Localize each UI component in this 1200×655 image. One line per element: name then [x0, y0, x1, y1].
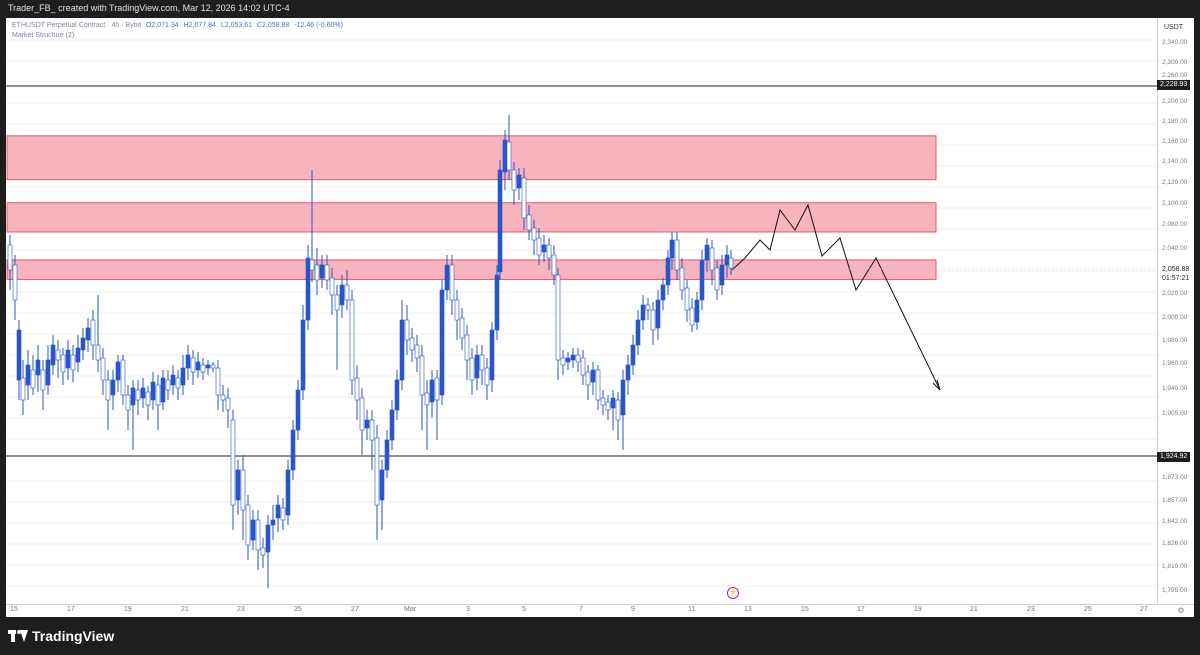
time-axis-label: 5	[522, 606, 526, 613]
price-axis-label: 2,100.00	[1162, 200, 1188, 207]
price-axis[interactable]	[1158, 18, 1194, 604]
price-axis-label: 1,905.00	[1162, 410, 1188, 417]
time-axis-label: 23	[237, 606, 245, 613]
price-axis-label: 2,200.00	[1162, 98, 1188, 105]
price-axis-label: 2,340.00	[1162, 39, 1188, 46]
time-axis-label: 13	[744, 606, 752, 613]
time-axis-label: 11	[688, 606, 696, 613]
price-axis-label: 1,873.00	[1162, 474, 1188, 481]
price-axis-label: 2,160.00	[1162, 138, 1188, 145]
ohlc-low: L2,053.61	[220, 22, 253, 29]
time-axis-label: 27	[1140, 606, 1148, 613]
upper-level-tag: 2,228.93	[1157, 80, 1191, 90]
price-axis-label: 1,960.00	[1162, 360, 1188, 367]
price-axis-label: 1,810.00	[1162, 563, 1188, 570]
tradingview-logo-text: TradingView	[32, 628, 115, 644]
price-axis-label: 2,300.00	[1162, 59, 1188, 66]
time-axis-label: 17	[67, 606, 75, 613]
price-axis-label: 1,842.00	[1162, 518, 1188, 525]
price-axis-label: 1,795.00	[1162, 587, 1188, 594]
time-axis-label: 19	[914, 606, 922, 613]
ohlc-close: C2,058.88	[257, 22, 290, 29]
price-axis-label: 2,000.00	[1162, 314, 1188, 321]
symbol-info[interactable]: ETHUSDT Perpetual Contract · 4h · Bybit …	[12, 22, 343, 29]
indicator-label[interactable]: Market Structure (2)	[12, 32, 74, 39]
symbol-name[interactable]: ETHUSDT Perpetual Contract · 4h · Bybit	[12, 22, 141, 29]
bottom-bar	[0, 617, 1200, 655]
ohlc-open: O2,071.34	[145, 22, 179, 29]
ohlc-high: H2,077.84	[183, 22, 216, 29]
time-axis-label: 23	[1027, 606, 1035, 613]
time-axis-label: 27	[351, 606, 359, 613]
time-axis-label: 15	[10, 606, 18, 613]
time-axis-label: 17	[857, 606, 865, 613]
price-axis-label: 2,260.00	[1162, 72, 1188, 79]
tradingview-logo[interactable]: TradingView	[8, 628, 114, 644]
time-axis-label: 7	[579, 606, 583, 613]
price-axis-label: 1,826.00	[1162, 540, 1188, 547]
bar-countdown: 01:57:21	[1162, 275, 1190, 282]
settings-icon[interactable]: ⚙	[1176, 607, 1186, 615]
time-axis-label: 21	[181, 606, 189, 613]
currency-label[interactable]: USDT	[1164, 24, 1183, 31]
chart-area[interactable]	[6, 18, 1164, 604]
price-axis-label: 2,020.00	[1162, 290, 1188, 297]
time-axis-label: 15	[801, 606, 809, 613]
price-axis-label: 1,980.00	[1162, 337, 1188, 344]
time-axis-label: 19	[124, 606, 132, 613]
price-axis-label: 2,140.00	[1162, 158, 1188, 165]
lower-level-tag: 1,924.92	[1157, 452, 1191, 462]
time-axis-label: 25	[294, 606, 302, 613]
price-axis-label: 1,857.00	[1162, 497, 1188, 504]
ohlc-change: -12.46 (-0.60%)	[294, 22, 343, 29]
price-axis-label: 2,120.00	[1162, 179, 1188, 186]
current-price-tag: 2,058.88 01:57:21	[1162, 265, 1189, 283]
time-axis-label: Mar	[404, 606, 417, 613]
current-price: 2,058.88	[1162, 266, 1190, 273]
time-axis-label: 21	[970, 606, 978, 613]
price-axis-label: 1,940.00	[1162, 385, 1188, 392]
top-bar: Trader_FB_ created with TradingView.com,…	[0, 0, 1200, 18]
price-axis-label: 2,080.00	[1162, 221, 1188, 228]
time-axis-label: 3	[466, 606, 470, 613]
price-axis-label: 2,040.00	[1162, 245, 1188, 252]
tradingview-logo-icon	[8, 630, 28, 642]
lightning-icon[interactable]: ⚡	[727, 587, 739, 599]
time-axis-label: 9	[631, 606, 635, 613]
price-axis-label: 2,180.00	[1162, 118, 1188, 125]
time-axis-label: 25	[1084, 606, 1092, 613]
author-line: Trader_FB_ created with TradingView.com,…	[8, 3, 290, 13]
